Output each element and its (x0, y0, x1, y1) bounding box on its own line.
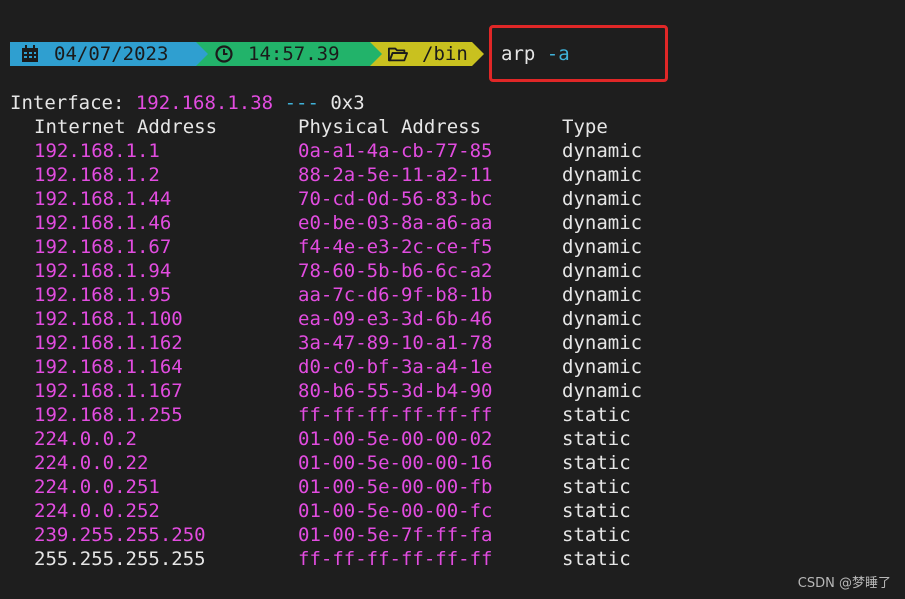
row-mac: aa-7c-d6-9f-b8-1b (298, 284, 493, 306)
row-mac: 01-00-5e-00-00-16 (298, 452, 493, 474)
calendar-icon (20, 44, 40, 64)
row-ip: 192.168.1.46 (34, 212, 172, 234)
row-ip: 224.0.0.252 (34, 500, 160, 522)
row-ip: 192.168.1.44 (34, 188, 172, 210)
row-ip: 192.168.1.167 (34, 380, 183, 402)
prompt-time: 14:57.39 (248, 43, 340, 65)
row-mac: e0-be-03-8a-a6-aa (298, 212, 493, 234)
header-physical-address: Physical Address (298, 116, 482, 138)
row-type: dynamic (562, 236, 643, 258)
row-type: static (562, 548, 631, 570)
row-mac: 01-00-5e-00-00-fc (298, 500, 493, 522)
row-type: dynamic (562, 140, 643, 162)
table-row: 192.168.1.164 d0-c0-bf-3a-a4-1e dynamic (10, 355, 810, 379)
row-ip: 192.168.1.95 (34, 284, 172, 306)
header-type: Type (562, 116, 608, 138)
table-row: 192.168.1.94 78-60-5b-b6-6c-a2 dynamic (10, 259, 810, 283)
table-row: 224.0.0.2 01-00-5e-00-00-02 static (10, 427, 810, 451)
table-row: 192.168.1.46 e0-be-03-8a-a6-aa dynamic (10, 211, 810, 235)
row-type: static (562, 524, 631, 546)
row-ip: 224.0.0.2 (34, 428, 137, 450)
interface-ip: 192.168.1.38 (135, 92, 274, 114)
row-type: dynamic (562, 332, 643, 354)
row-ip: 192.168.1.255 (34, 404, 183, 426)
row-mac: 70-cd-0d-56-83-bc (298, 188, 493, 210)
row-type: dynamic (562, 308, 643, 330)
table-row: 192.168.1.255 ff-ff-ff-ff-ff-ff static (10, 403, 810, 427)
interface-label: Interface: (10, 92, 125, 114)
row-mac: ea-09-e3-3d-6b-46 (298, 308, 493, 330)
row-mac: 01-00-5e-00-00-fb (298, 476, 493, 498)
table-row: 224.0.0.252 01-00-5e-00-00-fc static (10, 499, 810, 523)
row-ip: 224.0.0.22 (34, 452, 149, 474)
row-ip: 192.168.1.1 (34, 140, 160, 162)
row-ip: 224.0.0.251 (34, 476, 160, 498)
table-row: 192.168.1.44 70-cd-0d-56-83-bc dynamic (10, 187, 810, 211)
table-row: 192.168.1.162 3a-47-89-10-a1-78 dynamic (10, 331, 810, 355)
row-ip: 239.255.255.250 (34, 524, 206, 546)
table-row: 192.168.1.95 aa-7c-d6-9f-b8-1b dynamic (10, 283, 810, 307)
row-type: static (562, 404, 631, 426)
row-mac: 88-2a-5e-11-a2-11 (298, 164, 493, 186)
row-mac: f4-4e-e3-2c-ce-f5 (298, 236, 493, 258)
folder-open-icon (388, 44, 408, 64)
row-type: dynamic (562, 164, 643, 186)
row-ip: 192.168.1.162 (34, 332, 183, 354)
interface-index: 0x3 (330, 92, 365, 114)
header-internet-address: Internet Address (34, 116, 218, 138)
prompt-dir-segment: /bin (370, 42, 484, 66)
row-type: static (562, 452, 631, 474)
table-header: Internet Address Physical Address Type (10, 115, 810, 139)
table-row: 192.168.1.100 ea-09-e3-3d-6b-46 dynamic (10, 307, 810, 331)
row-ip: 255.255.255.255 (34, 548, 206, 570)
row-ip: 192.168.1.164 (34, 356, 183, 378)
table-row: 255.255.255.255 ff-ff-ff-ff-ff-ff static (10, 547, 810, 571)
row-type: static (562, 476, 631, 498)
row-mac: ff-ff-ff-ff-ff-ff (298, 548, 493, 570)
row-mac: 0a-a1-4a-cb-77-85 (298, 140, 493, 162)
interface-line: Interface: 192.168.1.38 --- 0x3 (10, 91, 365, 115)
prompt-date-segment: 04/07/2023 (10, 42, 208, 66)
row-mac: d0-c0-bf-3a-a4-1e (298, 356, 493, 378)
row-type: static (562, 500, 631, 522)
row-mac: 3a-47-89-10-a1-78 (298, 332, 493, 354)
table-row: 224.0.0.251 01-00-5e-00-00-fb static (10, 475, 810, 499)
row-type: dynamic (562, 260, 643, 282)
row-ip: 192.168.1.67 (34, 236, 172, 258)
table-row: 192.168.1.67 f4-4e-e3-2c-ce-f5 dynamic (10, 235, 810, 259)
row-type: dynamic (562, 212, 643, 234)
table-row: 239.255.255.250 01-00-5e-7f-ff-fa static (10, 523, 810, 547)
row-mac: 80-b6-55-3d-b4-90 (298, 380, 493, 402)
row-mac: ff-ff-ff-ff-ff-ff (298, 404, 493, 426)
row-mac: 01-00-5e-00-00-02 (298, 428, 493, 450)
interface-separator: --- (284, 92, 319, 114)
prompt-time-segment: 14:57.39 (196, 42, 382, 66)
command-highlight-box (489, 25, 668, 82)
watermark: CSDN @梦睡了 (797, 576, 891, 591)
prompt-date: 04/07/2023 (54, 43, 169, 65)
row-ip: 192.168.1.100 (34, 308, 183, 330)
prompt-dir: /bin (422, 43, 468, 65)
table-row: 192.168.1.1 0a-a1-4a-cb-77-85 dynamic (10, 139, 810, 163)
table-row: 192.168.1.167 80-b6-55-3d-b4-90 dynamic (10, 379, 810, 403)
row-ip: 192.168.1.94 (34, 260, 172, 282)
table-row: 192.168.1.2 88-2a-5e-11-a2-11 dynamic (10, 163, 810, 187)
table-row: 224.0.0.22 01-00-5e-00-00-16 static (10, 451, 810, 475)
row-type: dynamic (562, 284, 643, 306)
row-type: dynamic (562, 380, 643, 402)
row-type: dynamic (562, 188, 643, 210)
row-ip: 192.168.1.2 (34, 164, 160, 186)
row-mac: 01-00-5e-7f-ff-fa (298, 524, 493, 546)
clock-icon (214, 44, 234, 64)
shell-prompt: 04/07/2023 14:57.39 /bin (10, 42, 484, 66)
row-mac: 78-60-5b-b6-6c-a2 (298, 260, 493, 282)
row-type: static (562, 428, 631, 450)
row-type: dynamic (562, 356, 643, 378)
